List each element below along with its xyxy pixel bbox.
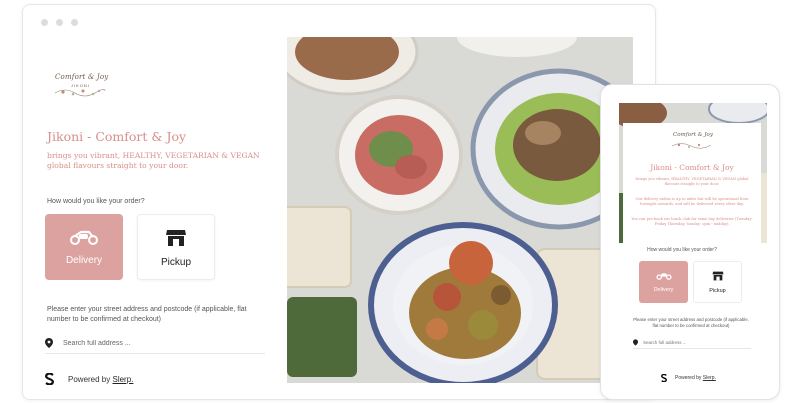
- storefront-icon: [166, 229, 186, 246]
- powered-by-footer: Powered by Slerp.: [45, 373, 133, 385]
- slerp-link[interactable]: Slerp.: [112, 375, 133, 384]
- mobile-address-row: [633, 337, 751, 349]
- mobile-powered-by-footer: Powered by Slerp.: [661, 374, 716, 382]
- mobile-slerp-link[interactable]: Slerp.: [703, 375, 716, 381]
- address-search-input[interactable]: [63, 336, 259, 350]
- slerp-logo-icon: [45, 373, 54, 385]
- mobile-pickup-label: Pickup: [709, 288, 726, 294]
- window-dot-icon: [71, 19, 78, 26]
- restaurant-title: Jikoni - Comfort & Joy: [47, 129, 187, 144]
- mobile-tagline: brings you vibrant, HEALTHY, VEGETARIAN …: [635, 177, 749, 186]
- mobile-delivery-label: Delivery: [653, 287, 674, 293]
- mobile-delivery-option-button[interactable]: Delivery: [639, 261, 688, 303]
- location-pin-icon: [45, 338, 53, 348]
- scooter-icon: [655, 273, 672, 280]
- pickup-option-label: Pickup: [160, 256, 191, 268]
- mobile-pickup-option-button[interactable]: Pickup: [693, 261, 742, 303]
- address-help-text: Please enter your street address and pos…: [47, 306, 247, 323]
- mobile-powered-by-prefix: Powered by: [675, 375, 702, 381]
- window-dot-icon: [56, 19, 63, 26]
- slerp-logo-icon: [661, 374, 667, 382]
- mobile-address-help: Please enter your street address and pos…: [633, 317, 749, 328]
- order-question: How would you like your order?: [47, 198, 145, 205]
- window-controls: [41, 19, 78, 26]
- powered-by-prefix: Powered by: [68, 374, 111, 384]
- mobile-order-question: How would you like your order?: [647, 247, 717, 253]
- storefront-icon: [712, 271, 723, 281]
- mobile-delivery-note: Our delivery radius is up to miles but w…: [635, 197, 749, 206]
- showcase-stage: Comfort & Joy JIKONI Jikoni - Comfort & …: [0, 0, 800, 403]
- mobile-lunch-club-note: You can pre-book our lunch club for same…: [631, 217, 753, 226]
- delivery-option-label: Delivery: [65, 254, 103, 266]
- mobile-address-input[interactable]: [643, 338, 743, 347]
- delivery-option-button[interactable]: Delivery: [45, 214, 123, 280]
- restaurant-logo: Comfort & Joy JIKONI: [51, 73, 108, 101]
- mobile-restaurant-logo: Comfort & Joy: [669, 131, 715, 153]
- address-search-row: [45, 334, 265, 354]
- location-pin-icon: [633, 339, 638, 346]
- mobile-device-frame: Comfort & Joy Jikoni - Comfort & Joy bri…: [600, 84, 780, 400]
- order-panel: Comfort & Joy JIKONI Jikoni - Comfort & …: [23, 37, 285, 399]
- pickup-option-button[interactable]: Pickup: [137, 214, 215, 280]
- mobile-restaurant-title: Jikoni - Comfort & Joy: [650, 163, 734, 172]
- restaurant-tagline: brings you vibrant, HEALTHY, VEGETARIAN …: [47, 151, 260, 170]
- scooter-icon: [70, 230, 98, 245]
- desktop-browser-window: Comfort & Joy JIKONI Jikoni - Comfort & …: [22, 4, 656, 400]
- window-dot-icon: [41, 19, 48, 26]
- food-hero-image: [287, 37, 633, 383]
